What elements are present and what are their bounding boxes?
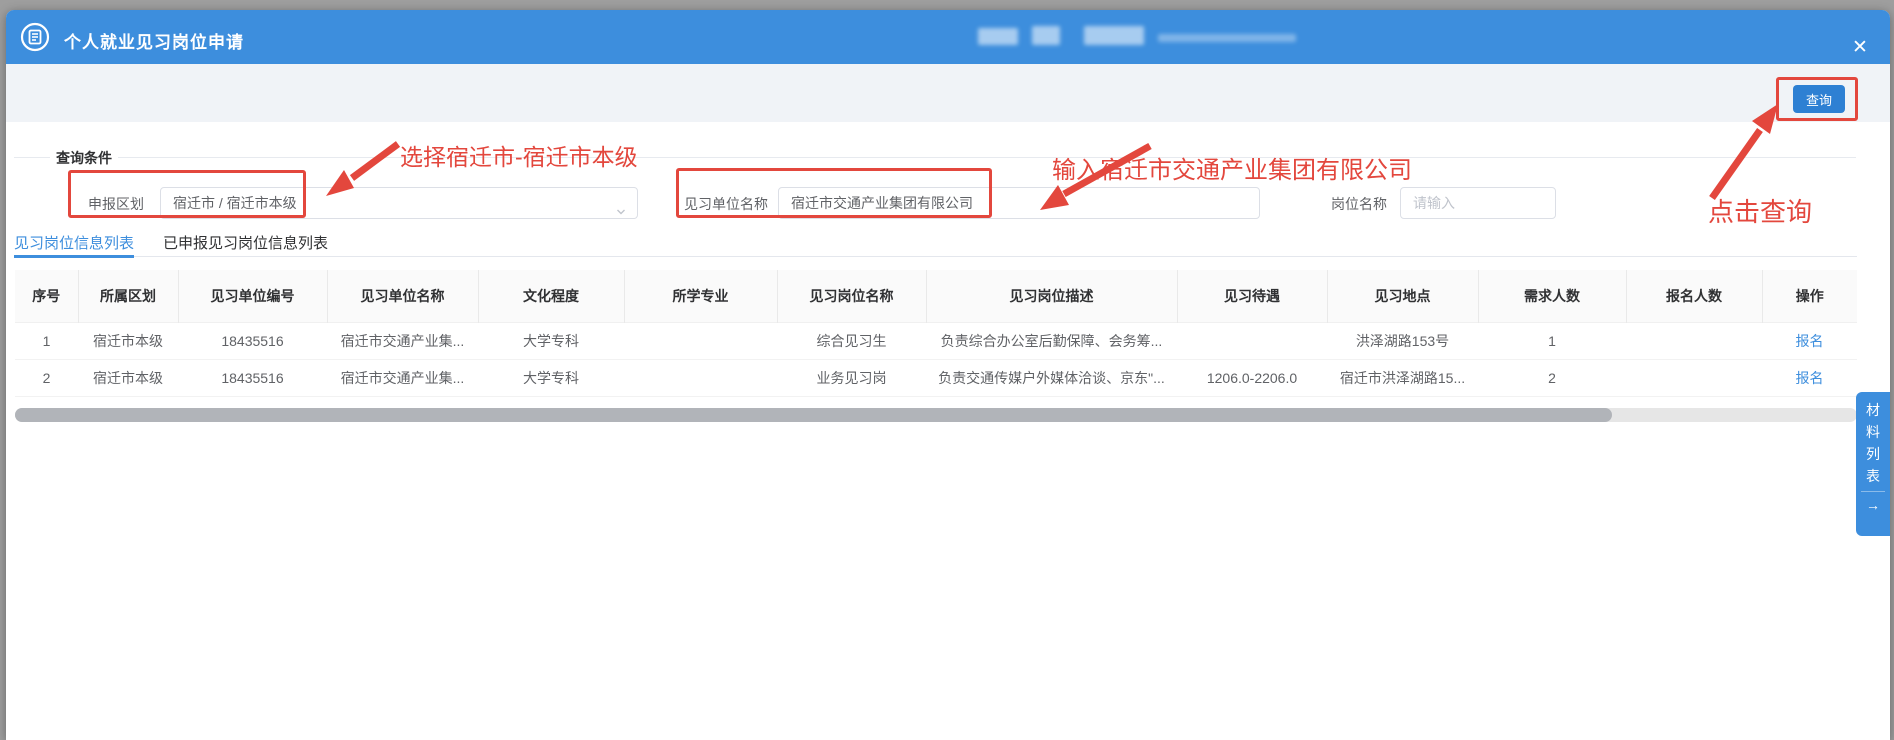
district-select[interactable]: 宿迁市 / 宿迁市本级 bbox=[160, 187, 638, 219]
table-cell: 大学专科 bbox=[478, 359, 624, 396]
redacted-text bbox=[1158, 34, 1296, 42]
table-cell: 宿迁市洪泽湖路15... bbox=[1327, 359, 1478, 396]
materials-list-tab[interactable]: 材 料 列 表 → bbox=[1856, 392, 1890, 536]
column-header-9: 见习地点 bbox=[1327, 270, 1478, 322]
materials-tab-char: 材 bbox=[1856, 399, 1890, 421]
table-cell bbox=[1626, 359, 1762, 396]
table-row: 1宿迁市本级18435516宿迁市交通产业集...大学专科综合见习生负责综合办公… bbox=[15, 322, 1857, 359]
table-cell: 1206.0-2206.0 bbox=[1177, 359, 1327, 396]
screen: 个人就业见习岗位申请 ✕ 查询 查询条件 申报区划 宿迁市 / 宿迁市本级 见习… bbox=[0, 0, 1894, 740]
tab-position-list[interactable]: 见习岗位信息列表 bbox=[14, 232, 134, 253]
table-cell: 1 bbox=[1478, 322, 1626, 359]
column-header-11: 报名人数 bbox=[1626, 270, 1762, 322]
active-tab-underline bbox=[14, 255, 134, 258]
fieldset-line bbox=[14, 157, 50, 158]
company-input[interactable] bbox=[778, 187, 1260, 219]
redacted-text bbox=[1032, 26, 1060, 45]
table-cell: 综合见习生 bbox=[777, 322, 926, 359]
table-cell: 1 bbox=[15, 322, 78, 359]
table-cell: 宿迁市交通产业集... bbox=[327, 322, 478, 359]
materials-tab-char: 列 bbox=[1856, 443, 1890, 465]
column-header-7: 见习岗位描述 bbox=[926, 270, 1177, 322]
column-header-3: 见习单位名称 bbox=[327, 270, 478, 322]
table-cell: 宿迁市本级 bbox=[78, 322, 178, 359]
window-header: 个人就业见习岗位申请 ✕ bbox=[6, 10, 1890, 64]
table-cell: 18435516 bbox=[178, 359, 327, 396]
horizontal-scrollbar-track bbox=[15, 408, 1857, 422]
materials-tab-char: 表 bbox=[1856, 465, 1890, 487]
table-cell: 负责综合办公室后勤保障、会务筹... bbox=[926, 322, 1177, 359]
table-cell: 洪泽湖路153号 bbox=[1327, 322, 1478, 359]
column-header-5: 所学专业 bbox=[624, 270, 777, 322]
materials-tab-char: 料 bbox=[1856, 421, 1890, 443]
table-cell: 负责交通传媒户外媒体洽谈、京东"... bbox=[926, 359, 1177, 396]
fieldset-line bbox=[118, 157, 1856, 158]
table-cell: 大学专科 bbox=[478, 322, 624, 359]
table-cell bbox=[1626, 322, 1762, 359]
horizontal-scrollbar-thumb[interactable] bbox=[15, 408, 1612, 422]
apply-link[interactable]: 报名 bbox=[1796, 370, 1824, 386]
arrow-right-icon: → bbox=[1856, 492, 1890, 518]
tabs-baseline bbox=[14, 256, 1857, 257]
company-label: 见习单位名称 bbox=[684, 194, 768, 214]
query-button[interactable]: 查询 bbox=[1793, 85, 1845, 113]
jobs-table-body: 1宿迁市本级18435516宿迁市交通产业集...大学专科综合见习生负责综合办公… bbox=[15, 322, 1857, 396]
table-cell bbox=[1177, 322, 1327, 359]
column-header-12: 操作 bbox=[1762, 270, 1857, 322]
position-input[interactable] bbox=[1400, 187, 1556, 219]
district-label: 申报区划 bbox=[88, 194, 144, 214]
toolbar bbox=[6, 64, 1890, 122]
table-cell: 宿迁市本级 bbox=[78, 359, 178, 396]
chevron-down-icon bbox=[615, 198, 627, 228]
close-icon[interactable]: ✕ bbox=[1846, 34, 1874, 62]
column-header-8: 见习待遇 bbox=[1177, 270, 1327, 322]
form-document-icon bbox=[20, 22, 50, 52]
apply-link[interactable]: 报名 bbox=[1796, 333, 1824, 349]
table-row: 2宿迁市本级18435516宿迁市交通产业集...大学专科业务见习岗负责交通传媒… bbox=[15, 359, 1857, 396]
column-header-2: 见习单位编号 bbox=[178, 270, 327, 322]
tab-applied-list[interactable]: 已申报见习岗位信息列表 bbox=[163, 232, 328, 253]
redacted-text bbox=[1084, 26, 1144, 45]
filter-section-title: 查询条件 bbox=[56, 148, 112, 168]
table-cell bbox=[624, 322, 777, 359]
table-cell bbox=[624, 359, 777, 396]
window-title: 个人就业见习岗位申请 bbox=[64, 28, 244, 53]
column-header-0: 序号 bbox=[15, 270, 78, 322]
column-header-1: 所属区划 bbox=[78, 270, 178, 322]
table-cell: 2 bbox=[1478, 359, 1626, 396]
table-cell: 2 bbox=[15, 359, 78, 396]
jobs-table: 序号所属区划见习单位编号见习单位名称文化程度所学专业见习岗位名称见习岗位描述见习… bbox=[15, 270, 1857, 397]
district-value: 宿迁市 / 宿迁市本级 bbox=[173, 195, 297, 211]
column-header-6: 见习岗位名称 bbox=[777, 270, 926, 322]
table-cell: 宿迁市交通产业集... bbox=[327, 359, 478, 396]
position-label: 岗位名称 bbox=[1331, 194, 1387, 214]
column-header-4: 文化程度 bbox=[478, 270, 624, 322]
table-cell: 业务见习岗 bbox=[777, 359, 926, 396]
redacted-text bbox=[978, 28, 1018, 45]
column-header-10: 需求人数 bbox=[1478, 270, 1626, 322]
jobs-table-head-row: 序号所属区划见习单位编号见习单位名称文化程度所学专业见习岗位名称见习岗位描述见习… bbox=[15, 270, 1857, 322]
table-cell: 18435516 bbox=[178, 322, 327, 359]
